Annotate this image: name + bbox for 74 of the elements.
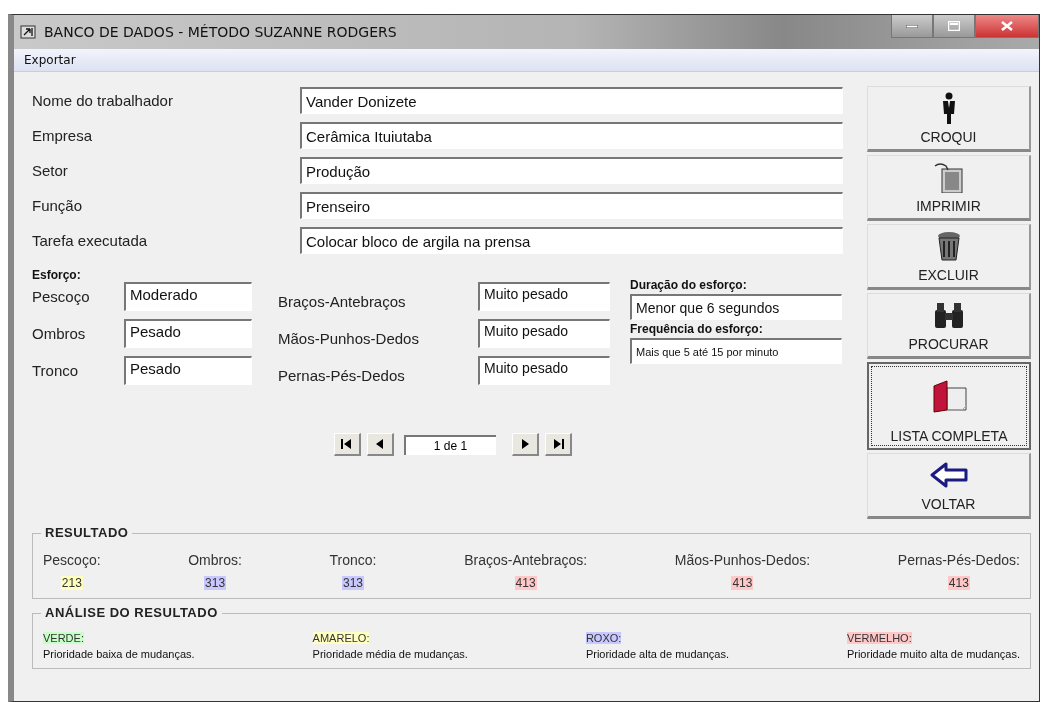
- legend-description: Prioridade alta de mudanças.: [585, 648, 729, 660]
- action-button[interactable]: EXCLUIR: [867, 224, 1031, 290]
- text-field[interactable]: Cerâmica Ituiutaba: [300, 122, 843, 149]
- result-label: Braços-Antebraços:: [464, 552, 588, 568]
- field-label: Pernas-Pés-Dedos: [278, 366, 406, 384]
- text-field[interactable]: Muito pesado: [478, 319, 610, 348]
- color-name: ROXO:: [585, 632, 622, 644]
- result-value: 413: [947, 576, 970, 590]
- action-button[interactable]: PROCURAR: [867, 293, 1031, 359]
- color-name: VERDE:: [43, 632, 84, 644]
- text-field[interactable]: Muito pesado: [478, 282, 610, 311]
- action-button[interactable]: VOLTAR: [867, 453, 1031, 519]
- legend-description: Prioridade média de mudanças.: [312, 648, 468, 660]
- result-label: Ombros:: [188, 552, 242, 568]
- minimize-button[interactable]: [891, 15, 933, 38]
- text-field[interactable]: Vander Donizete: [300, 87, 843, 114]
- text-field[interactable]: Moderado: [124, 282, 252, 311]
- result-value: 313: [204, 576, 227, 590]
- field-label: Mãos-Punhos-Dedos: [278, 329, 420, 347]
- maximize-icon: [948, 21, 960, 31]
- field-label: Tarefa executada: [32, 232, 149, 249]
- text-field[interactable]: Muito pesado: [478, 356, 610, 385]
- group-title: RESULTADO: [41, 525, 133, 540]
- field-label: Braços-Antebraços: [278, 292, 407, 310]
- section-label: Esforço:: [32, 268, 82, 282]
- field-label: Duração do esforço:: [630, 278, 748, 292]
- result-value: 413: [514, 576, 537, 590]
- text-field[interactable]: Colocar bloco de argila na prensa: [300, 227, 843, 254]
- field-label: Função: [32, 197, 84, 214]
- result-label: Pescoço:: [43, 552, 101, 568]
- result-value: 213: [60, 576, 83, 590]
- field-label: Frequência do esforço:: [630, 322, 764, 336]
- result-label: Tronco:: [329, 552, 377, 568]
- action-button[interactable]: LISTA COMPLETA: [867, 362, 1031, 450]
- binoculars-icon: [932, 300, 965, 330]
- action-button[interactable]: IMPRIMIR: [867, 155, 1031, 221]
- skip-start-icon: [339, 437, 354, 451]
- menu-item[interactable]: Exportar: [24, 53, 76, 67]
- field-label: Empresa: [32, 127, 94, 144]
- result-label: Pernas-Pés-Dedos:: [897, 552, 1020, 568]
- legend-description: Prioridade baixa de mudanças.: [43, 648, 195, 660]
- field-label: Tronco: [32, 362, 80, 379]
- result-value: 413: [731, 576, 754, 590]
- field-label: Ombros: [32, 325, 87, 342]
- field-label: Pescoço: [32, 288, 91, 305]
- maximize-button[interactable]: [933, 15, 975, 38]
- previous-record-button[interactable]: [366, 433, 394, 456]
- text-field[interactable]: Prenseiro: [300, 192, 843, 219]
- record-position-field: 1 de 1: [403, 434, 496, 455]
- close-icon: [1001, 21, 1013, 31]
- field-label: Nome do trabalhador: [32, 92, 174, 109]
- text-field[interactable]: Produção: [300, 157, 843, 184]
- text-field[interactable]: Pesado: [124, 319, 252, 348]
- color-name: AMARELO:: [312, 632, 370, 644]
- last-record-button[interactable]: [544, 433, 572, 456]
- text-field[interactable]: Pesado: [124, 356, 252, 385]
- color-name: VERMELHO:: [846, 632, 912, 644]
- text-field[interactable]: Menor que 6 segundos: [630, 294, 842, 320]
- first-record-button[interactable]: [333, 433, 361, 456]
- book-icon: [930, 379, 968, 413]
- document-icon: [933, 161, 964, 193]
- next-record-button[interactable]: [511, 433, 539, 456]
- action-button[interactable]: CROQUI: [867, 86, 1031, 152]
- window-title: BANCO DE DADOS - MÉTODO SUZANNE RODGERS: [44, 24, 398, 40]
- left-arrow-icon: [929, 462, 968, 488]
- result-value: 313: [342, 576, 365, 590]
- result-label: Mãos-Punhos-Dedos:: [674, 552, 811, 568]
- legend-description: Prioridade muito alta de mudanças.: [846, 648, 1020, 660]
- close-button[interactable]: [975, 15, 1039, 38]
- text-field[interactable]: Mais que 5 até 15 por minuto: [630, 338, 842, 364]
- group-title: ANÁLISE DO RESULTADO: [41, 605, 222, 620]
- minimize-icon: [906, 24, 918, 28]
- app-icon: [20, 25, 36, 39]
- field-label: Setor: [32, 162, 69, 179]
